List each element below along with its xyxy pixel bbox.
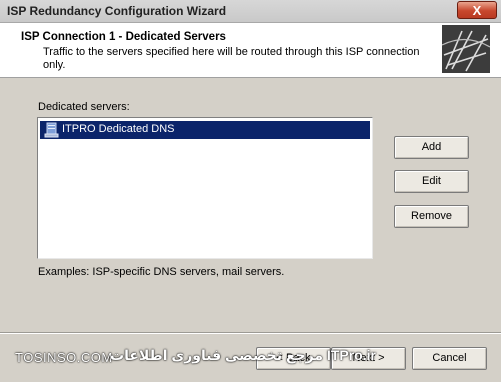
- dedicated-servers-label: Dedicated servers:: [38, 101, 130, 113]
- edit-button[interactable]: Edit: [394, 170, 469, 193]
- dedicated-servers-list[interactable]: ITPRO Dedicated DNS: [37, 117, 373, 259]
- close-icon: X: [472, 3, 482, 18]
- watermark-right: مرجع تخصصی فناوری اطلاعات ITPro.ir: [110, 347, 376, 363]
- footer-divider: [0, 332, 501, 334]
- wizard-header: ISP Connection 1 - Dedicated Servers Tra…: [0, 23, 501, 78]
- watermark-left: TOSINSO.COM: [15, 350, 113, 365]
- server-icon: [44, 122, 59, 138]
- title-bar: ISP Redundancy Configuration Wizard X: [0, 0, 501, 23]
- examples-text: Examples: ISP-specific DNS servers, mail…: [38, 266, 285, 278]
- close-button[interactable]: X: [457, 1, 497, 19]
- list-item-label: ITPRO Dedicated DNS: [62, 123, 175, 135]
- wizard-banner-icon: [442, 25, 490, 73]
- window-title: ISP Redundancy Configuration Wizard: [7, 4, 227, 18]
- remove-button[interactable]: Remove: [394, 205, 469, 228]
- page-title: ISP Connection 1 - Dedicated Servers: [21, 31, 226, 43]
- cancel-button[interactable]: Cancel: [412, 347, 487, 370]
- page-subtitle: Traffic to the servers specified here wi…: [43, 46, 420, 71]
- add-button[interactable]: Add: [394, 136, 469, 159]
- list-item[interactable]: ITPRO Dedicated DNS: [40, 121, 370, 139]
